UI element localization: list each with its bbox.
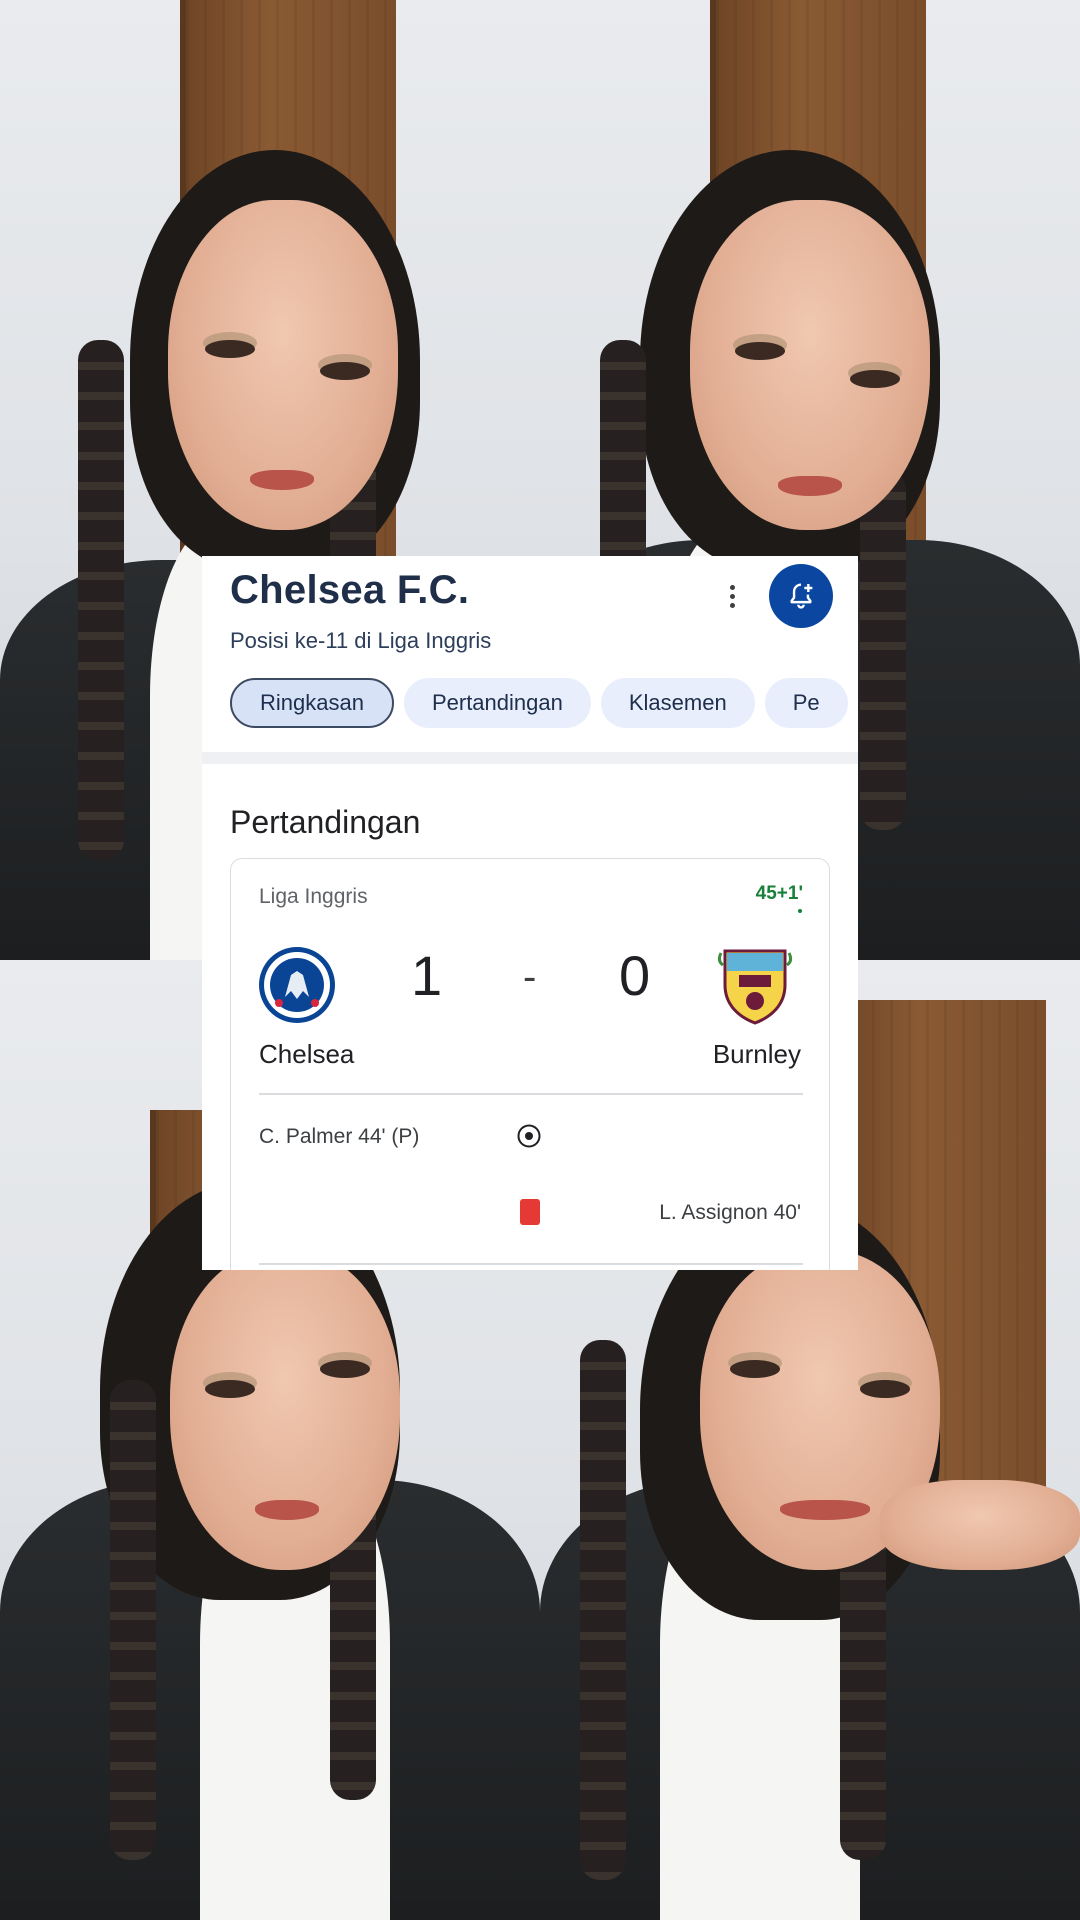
league-name: Liga Inggris <box>259 885 368 908</box>
burnley-crest-icon <box>717 949 793 1025</box>
live-indicator-icon <box>798 909 802 913</box>
soccer-ball-icon <box>517 1124 541 1148</box>
bell-plus-icon <box>790 583 813 609</box>
match-minute: 45+1' <box>755 883 803 904</box>
follow-button[interactable] <box>769 564 833 628</box>
team-info-card: Chelsea F.C. Posisi ke-11 di Liga Inggri… <box>202 556 858 1270</box>
tab-pertandingan[interactable]: Pertandingan <box>403 678 591 728</box>
match-divider-bottom <box>259 1263 803 1265</box>
away-red-card-event: L. Assignon 40' <box>659 1201 801 1224</box>
chelsea-crest-icon <box>259 947 335 1023</box>
score-separator: - <box>523 955 537 999</box>
match-card[interactable]: Liga Inggris 45+1' 1 - 0 Chelsea Burnley… <box>230 858 830 1270</box>
home-team-name: Chelsea <box>259 1039 355 1069</box>
away-team-name: Burnley <box>712 1039 801 1069</box>
red-card-icon <box>520 1199 540 1225</box>
away-score: 0 <box>619 944 651 1007</box>
team-standing: Posisi ke-11 di Liga Inggris <box>230 628 492 653</box>
tab-ringkasan[interactable]: Ringkasan <box>230 678 394 728</box>
tab-klasemen[interactable]: Klasemen <box>600 678 755 728</box>
more-vert-icon[interactable] <box>722 576 742 616</box>
section-title: Pertandingan <box>230 804 421 840</box>
section-divider <box>202 752 858 764</box>
match-divider <box>259 1093 803 1095</box>
home-goal-event: C. Palmer 44' (P) <box>259 1125 420 1148</box>
team-title: Chelsea F.C. <box>230 568 470 612</box>
tab-partial[interactable]: Pe <box>764 678 848 728</box>
home-score: 1 <box>411 944 443 1007</box>
team-tabs: Ringkasan Pertandingan Klasemen Pe <box>230 678 848 728</box>
